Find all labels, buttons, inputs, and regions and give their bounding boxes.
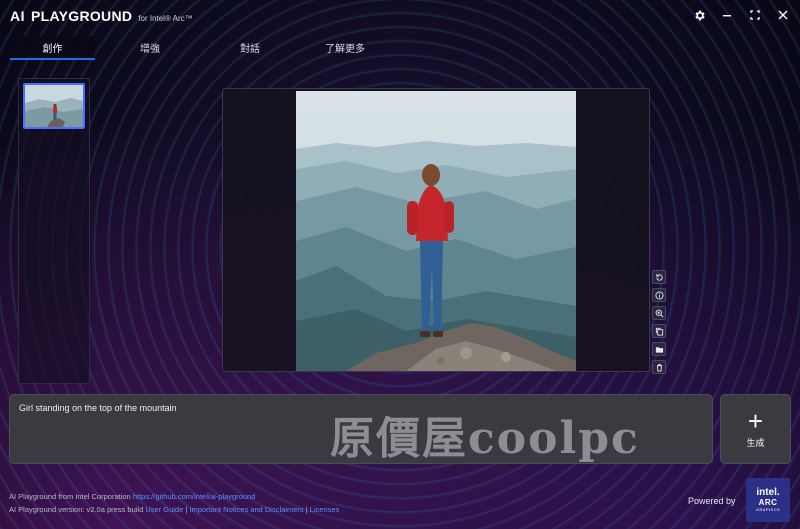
footer-line-1: AI Playground from Intel Corporation htt… bbox=[9, 490, 339, 503]
user-guide-link[interactable]: User Guide bbox=[145, 505, 183, 514]
notices-link[interactable]: Important Notices and Disclaimers bbox=[189, 505, 303, 514]
arc-logo-text: ARC bbox=[758, 497, 778, 507]
tab-create[interactable]: 創作 bbox=[10, 36, 95, 60]
graphics-logo-text: GRAPHICS bbox=[755, 506, 781, 512]
footer-separator: | bbox=[305, 505, 308, 514]
watermark: 原價屋coolpc bbox=[330, 413, 640, 464]
info-icon[interactable] bbox=[652, 288, 666, 302]
gallery-panel bbox=[18, 78, 90, 384]
folder-icon[interactable] bbox=[652, 342, 666, 356]
generate-label: 生成 bbox=[746, 438, 765, 448]
image-viewer bbox=[222, 88, 650, 372]
regenerate-icon[interactable] bbox=[652, 270, 666, 284]
footer-separator: | bbox=[185, 505, 188, 514]
footer-line-2: AI Playground version: v2.0a press build… bbox=[9, 503, 339, 516]
gallery-thumbnail[interactable] bbox=[23, 83, 85, 129]
generate-button[interactable]: + 生成 bbox=[720, 394, 791, 464]
zoom-in-icon[interactable] bbox=[652, 306, 666, 320]
brand-name: PLAYGROUND bbox=[31, 8, 133, 24]
close-icon[interactable] bbox=[776, 8, 790, 22]
tab-enhance[interactable]: 增強 bbox=[95, 36, 205, 60]
brand-ai: AI bbox=[10, 8, 25, 24]
tab-learn-more[interactable]: 了解更多 bbox=[295, 36, 395, 60]
footer-credit: AI Playground from Intel Corporation bbox=[9, 492, 131, 501]
intel-logo-text: intel. bbox=[756, 486, 780, 498]
copy-icon[interactable] bbox=[652, 324, 666, 338]
trash-icon[interactable] bbox=[652, 360, 666, 374]
window-controls bbox=[692, 8, 790, 22]
intel-arc-logo: intel. ARC GRAPHICS bbox=[746, 478, 790, 522]
gear-icon[interactable] bbox=[692, 8, 706, 22]
powered-by-label: Powered by bbox=[688, 496, 736, 506]
tab-chat[interactable]: 對話 bbox=[205, 36, 295, 60]
footer: AI Playground from Intel Corporation htt… bbox=[9, 490, 339, 516]
minimize-icon[interactable] bbox=[720, 8, 734, 22]
licenses-link[interactable]: Licenses bbox=[310, 505, 340, 514]
github-link[interactable]: https://github.com/intel/ai-playground bbox=[133, 492, 256, 501]
maximize-icon[interactable] bbox=[748, 8, 762, 22]
footer-version: AI Playground version: v2.0a press build bbox=[9, 505, 144, 514]
image-toolbar bbox=[652, 270, 666, 374]
main-tabs: 創作 增強 對話 了解更多 bbox=[10, 36, 790, 60]
brand-subtitle: for Intel® Arc™ bbox=[138, 13, 193, 23]
title-bar: AI PLAYGROUND for Intel® Arc™ bbox=[0, 0, 800, 32]
plus-icon: + bbox=[747, 406, 764, 436]
generated-image[interactable] bbox=[296, 91, 576, 371]
